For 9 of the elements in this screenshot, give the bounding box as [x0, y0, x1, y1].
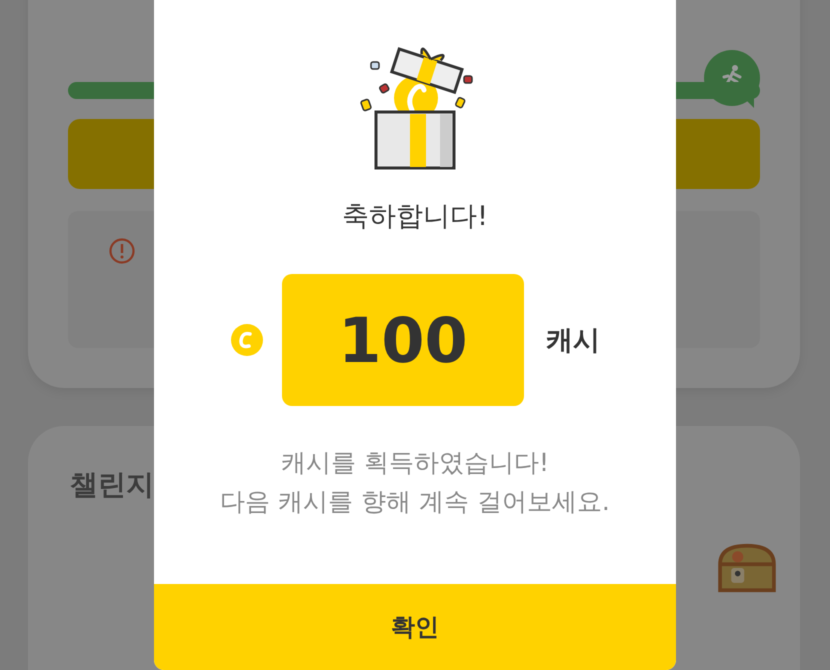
message-text: 다음 캐시를 향해 계속 걸어보세요. [220, 486, 610, 518]
confirm-button[interactable]: 확인 [154, 584, 676, 670]
currency-label: 캐시 [546, 324, 600, 358]
dialog-title: 축하합니다! [342, 200, 488, 234]
reward-amount: 100 [282, 274, 524, 406]
warning-icon [108, 236, 136, 265]
section-title: 챌린지 [70, 468, 154, 501]
message-text: 캐시를 획득하였습니다! [281, 447, 549, 479]
coin-icon [230, 323, 264, 357]
